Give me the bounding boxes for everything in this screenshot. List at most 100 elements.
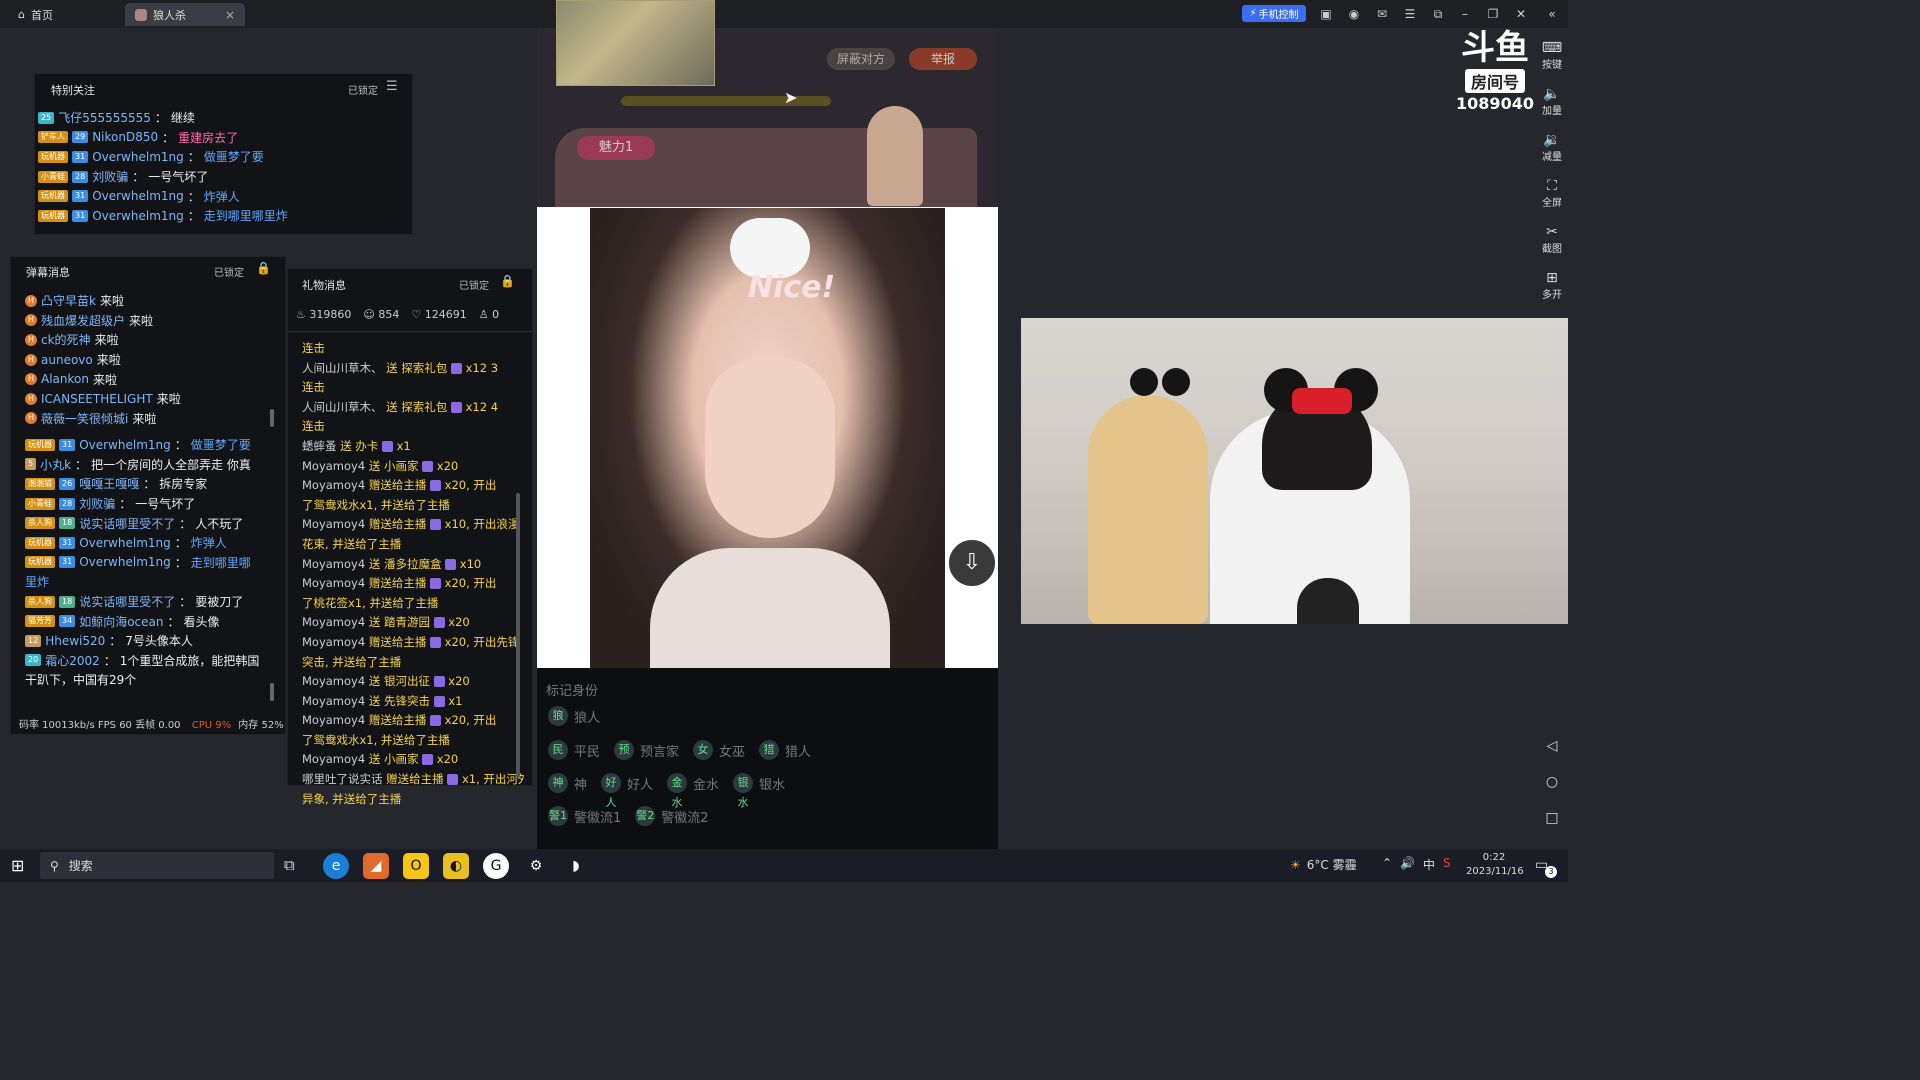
player-photo[interactable]: Nice! xyxy=(590,208,945,668)
weather-widget[interactable]: ☀ 6°C 雾霾 xyxy=(1290,856,1357,873)
gift-sender[interactable]: Moyamoy4 xyxy=(302,557,365,571)
lock-icon[interactable]: 🔒 xyxy=(256,261,271,275)
lock-status[interactable]: 已锁定 xyxy=(459,277,489,292)
lock-status[interactable]: 已锁定 xyxy=(214,264,244,279)
search-box[interactable]: ⚲ 搜索 xyxy=(40,852,274,879)
username[interactable]: Alankon xyxy=(41,372,89,386)
gift-sender[interactable]: Moyamoy4 xyxy=(302,694,365,708)
app-icon[interactable]: ◗ xyxy=(563,853,589,879)
username[interactable]: ICANSEETHELIGHT xyxy=(41,392,153,406)
keys-button[interactable]: ⌨ 按键 xyxy=(1540,40,1564,71)
block-button[interactable]: 屏蔽对方 xyxy=(827,48,895,70)
username[interactable]: NikonD850 xyxy=(92,130,158,144)
username[interactable]: Overwhelm1ng xyxy=(92,209,184,223)
lock-icon[interactable]: 🔒 xyxy=(500,274,515,288)
pin-icon[interactable]: ⧉ xyxy=(1430,6,1446,22)
app-icon[interactable]: ◢ xyxy=(363,853,389,879)
role-chip[interactable]: 神神 xyxy=(548,773,587,793)
username[interactable]: ck的死神 xyxy=(41,331,91,348)
gift-sender[interactable]: Moyamoy4 xyxy=(302,752,365,766)
gift-sender[interactable]: Moyamoy4 xyxy=(302,635,365,649)
windows-start-icon[interactable]: ⊞ xyxy=(11,856,24,875)
tab-werewolf[interactable]: 狼人杀 × xyxy=(125,3,245,26)
gift-sender[interactable]: Moyamoy4 xyxy=(302,478,365,492)
username[interactable]: 薇薇一笑很倾城i xyxy=(41,410,128,427)
menu-icon[interactable]: ☰ xyxy=(1402,6,1418,22)
minimize-icon[interactable]: – xyxy=(1457,6,1473,22)
lock-status[interactable]: 已锁定 xyxy=(348,82,378,97)
tab-home[interactable]: ⌂ 首页 xyxy=(8,3,63,26)
scrollbar[interactable] xyxy=(270,683,274,701)
user-icon[interactable]: ◉ xyxy=(1346,6,1362,22)
settings-icon[interactable]: ⚙ xyxy=(523,853,549,879)
volume-down-button[interactable]: 🔉 减量 xyxy=(1540,132,1564,163)
multi-open-button[interactable]: ⊞ 多开 xyxy=(1540,270,1564,301)
edge-icon[interactable]: e xyxy=(323,853,349,879)
volume-icon[interactable]: 🔊 xyxy=(1400,856,1415,873)
back-icon[interactable]: ◁ xyxy=(1540,738,1564,754)
username[interactable]: 飞仔555555555 xyxy=(58,109,151,126)
role-chip[interactable]: 好人 好人 xyxy=(601,773,653,809)
username[interactable]: Overwhelm1ng xyxy=(92,189,184,203)
role-chip[interactable]: 预预言家 xyxy=(614,740,679,760)
ime-icon[interactable]: 中 xyxy=(1423,856,1435,873)
username[interactable]: 如鲸向海ocean xyxy=(79,613,163,630)
username[interactable]: 刘败骗 xyxy=(79,495,115,512)
role-chip[interactable]: 民平民 xyxy=(548,740,600,760)
game-controller-icon[interactable]: ▣ xyxy=(1318,6,1334,22)
collapse-icon[interactable]: « xyxy=(1544,6,1560,22)
gift-sender[interactable]: 哪里吐了说实话 xyxy=(302,772,383,786)
username[interactable]: 小丸k xyxy=(40,456,71,473)
task-view-icon[interactable]: ⧉ xyxy=(284,856,295,874)
role-chip[interactable]: 银水 银水 xyxy=(733,773,785,809)
username[interactable]: 嘎嘎王嘎嘎 xyxy=(79,475,139,492)
app-icon[interactable]: G xyxy=(483,853,509,879)
app-icon[interactable]: ◐ xyxy=(443,853,469,879)
phone-control-button[interactable]: ⚡ 手机控制 xyxy=(1242,5,1306,22)
chevron-up-icon[interactable]: ⌃ xyxy=(1382,856,1392,873)
username[interactable]: Overwhelm1ng xyxy=(79,536,171,550)
role-chip[interactable]: 狼狼人 xyxy=(548,706,600,726)
role-chip[interactable]: 女女巫 xyxy=(693,740,745,760)
gift-sender[interactable]: Moyamoy4 xyxy=(302,674,365,688)
username[interactable]: 残血爆发超级户 xyxy=(41,312,125,329)
gift-sender[interactable]: Moyamoy4 xyxy=(302,517,365,531)
gift-sender[interactable]: Moyamoy4 xyxy=(302,615,365,629)
close-window-icon[interactable]: ✕ xyxy=(1513,6,1529,22)
report-button[interactable]: 举报 xyxy=(909,48,977,70)
gift-sender[interactable]: 人间山川草木、 xyxy=(302,361,383,375)
fullscreen-button[interactable]: ⛶ 全屏 xyxy=(1540,178,1564,209)
scrollbar[interactable] xyxy=(516,493,520,778)
mail-icon[interactable]: ✉ xyxy=(1374,6,1390,22)
username[interactable]: 霜心2002 xyxy=(45,652,100,669)
gift-sender[interactable]: 人间山川草木、 xyxy=(302,400,383,414)
restore-icon[interactable]: ❐ xyxy=(1485,6,1501,22)
username[interactable]: Overwhelm1ng xyxy=(79,438,171,452)
close-icon[interactable]: × xyxy=(225,8,235,22)
gift-sender[interactable]: Moyamoy4 xyxy=(302,576,365,590)
role-chip[interactable]: 警2 警徽流2 xyxy=(635,806,709,826)
menu-icon[interactable]: ☰ xyxy=(386,79,398,94)
username[interactable]: Overwhelm1ng xyxy=(79,555,171,569)
username[interactable]: 说实话哪里受不了 xyxy=(79,515,175,532)
clock[interactable]: 0:22 2023/11/16 xyxy=(1466,851,1524,879)
scrollbar[interactable] xyxy=(270,409,274,427)
recent-apps-icon[interactable]: □ xyxy=(1540,810,1564,826)
volume-up-button[interactable]: 🔈 加量 xyxy=(1540,86,1564,117)
role-chip[interactable]: 猎猎人 xyxy=(759,740,811,760)
download-icon[interactable]: ⇩ xyxy=(947,538,997,588)
gift-sender[interactable]: Moyamoy4 xyxy=(302,713,365,727)
gift-sender[interactable]: 蟋蟀蚤 xyxy=(302,439,337,453)
app-tray-icon[interactable]: S xyxy=(1443,856,1451,873)
username[interactable]: Hhewi520 xyxy=(45,634,105,648)
gift-sender[interactable]: Moyamoy4 xyxy=(302,459,365,473)
role-chip[interactable]: 警1 警徽流1 xyxy=(548,806,621,826)
home-circle-icon[interactable]: ○ xyxy=(1540,774,1564,790)
username[interactable]: 凸守早苗k xyxy=(41,292,96,309)
role-chip[interactable]: 金水 金水 xyxy=(667,773,719,809)
username[interactable]: auneovo xyxy=(41,353,93,367)
username[interactable]: Overwhelm1ng xyxy=(92,150,184,164)
system-tray[interactable]: ⌃ 🔊 中 S xyxy=(1382,856,1451,873)
screenshot-button[interactable]: ✂ 截图 xyxy=(1540,224,1564,255)
username[interactable]: 刘败骗 xyxy=(92,168,128,185)
